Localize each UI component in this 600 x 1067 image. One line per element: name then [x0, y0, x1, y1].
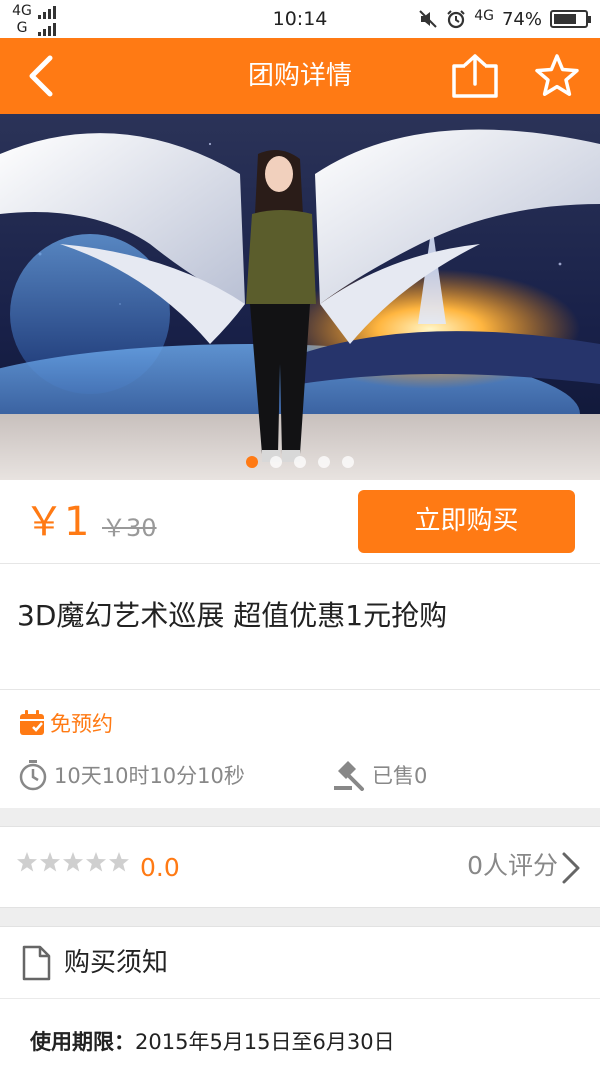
carousel-dots: [0, 456, 600, 472]
notice-header: 购买须知: [0, 927, 600, 999]
document-icon: [22, 945, 51, 981]
purchase-notice-section: 购买须知 使用期限：2015年5月15日至6月30日: [0, 926, 600, 1067]
price-row: ￥1 ￥30 立即购买: [0, 480, 600, 564]
notice-title: 购买须知: [64, 948, 169, 978]
deal-title-section: 3D魔幻艺术巡展 超值优惠1元抢购: [0, 564, 600, 690]
banner-carousel[interactable]: [0, 114, 600, 480]
mute-icon: [419, 10, 437, 28]
rating-star-icon: [40, 852, 60, 872]
status-right-group: 4G 74%: [418, 7, 591, 31]
battery-icon: [550, 10, 591, 28]
deal-title: 3D魔幻艺术巡展 超值优惠1元抢购: [17, 599, 448, 632]
rating-star-icon: [86, 852, 106, 872]
banner-image: [0, 114, 600, 480]
alarm-icon: [447, 10, 465, 29]
carousel-dot[interactable]: [294, 456, 306, 468]
battery-percent: 74%: [501, 8, 542, 30]
status-bar: 4G G 10:14 4G 74%: [0, 0, 600, 38]
sold-count: 已售0: [372, 764, 428, 788]
rating-star-icon: [17, 852, 37, 872]
validity-value: 2015年5月15日至6月30日: [135, 1030, 395, 1054]
original-price: ￥30: [102, 514, 157, 542]
favorite-star-icon[interactable]: [530, 52, 584, 100]
no-reservation-tag: 免预约: [18, 708, 113, 738]
countdown-row: 10天10时10分10秒: [18, 758, 245, 792]
rating-star-icon: [109, 852, 129, 872]
carousel-dot[interactable]: [318, 456, 330, 468]
rating-count: 0人评分: [467, 851, 558, 880]
sold-row: 已售0: [332, 758, 427, 792]
current-price: ￥1: [24, 499, 90, 545]
buy-now-button[interactable]: 立即购买: [358, 490, 575, 553]
network-type-right: 4G: [474, 8, 494, 24]
no-reservation-label: 免预约: [50, 712, 113, 736]
page-title: 团购详情: [247, 61, 352, 91]
carousel-dot[interactable]: [246, 456, 258, 468]
calendar-check-icon: [20, 710, 44, 735]
carousel-dot[interactable]: [270, 456, 282, 468]
gavel-icon: [334, 761, 364, 791]
deal-info-section: 免预约 10天10时10分10秒 已售0: [0, 690, 600, 808]
rating-stars: [16, 851, 130, 873]
carousel-dot[interactable]: [342, 456, 354, 468]
validity-label: 使用期限：: [30, 1030, 135, 1054]
rating-row[interactable]: 0.0 0人评分: [0, 826, 600, 908]
stopwatch-icon: [19, 760, 47, 791]
share-icon[interactable]: [448, 52, 502, 100]
rating-score: 0.0: [140, 853, 180, 882]
validity-period: 使用期限：2015年5月15日至6月30日: [30, 1027, 395, 1057]
chevron-right-icon: [562, 852, 580, 884]
battery-level: [554, 14, 576, 24]
rating-star-icon: [63, 852, 83, 872]
nav-bar: 团购详情: [0, 38, 600, 114]
countdown-text: 10天10时10分10秒: [54, 764, 245, 788]
